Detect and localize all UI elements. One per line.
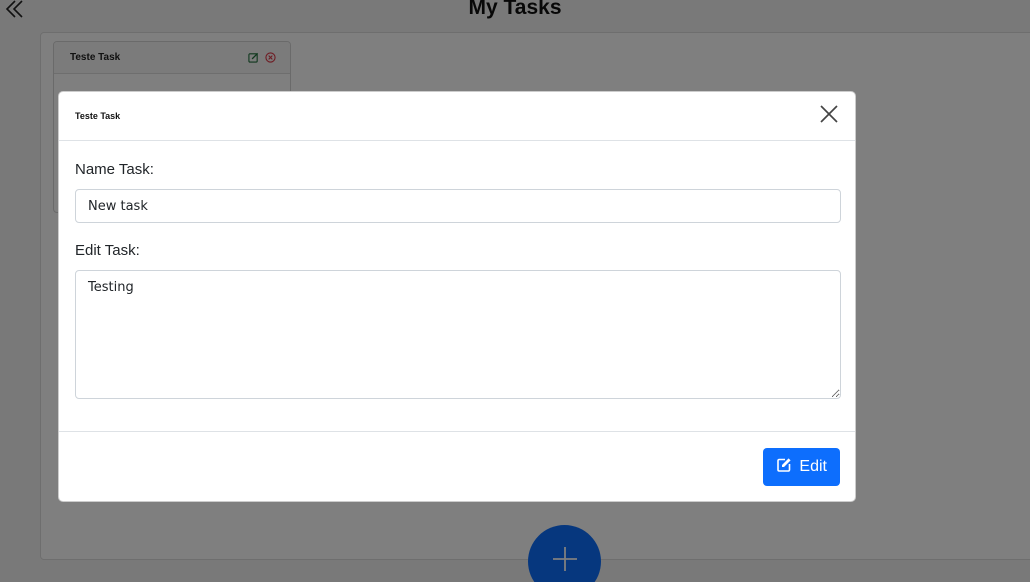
modal-body: Name Task: Edit Task: Testing	[59, 141, 855, 432]
edit-button[interactable]: Edit	[763, 448, 840, 486]
modal-header: Teste Task	[59, 92, 855, 141]
modal-title: Teste Task	[75, 111, 121, 121]
edit-button-label: Edit	[799, 458, 827, 475]
close-button[interactable]	[817, 104, 841, 128]
edit-icon	[776, 457, 792, 478]
modal-footer: Edit	[59, 432, 855, 502]
name-task-input[interactable]	[75, 189, 841, 223]
edit-task-modal: Teste Task Name Task: Edit Task: Testing	[58, 91, 856, 502]
edit-task-label: Edit Task:	[75, 242, 140, 259]
close-icon	[820, 104, 838, 128]
edit-task-textarea[interactable]: Testing	[75, 270, 841, 399]
name-task-label: Name Task:	[75, 161, 154, 178]
